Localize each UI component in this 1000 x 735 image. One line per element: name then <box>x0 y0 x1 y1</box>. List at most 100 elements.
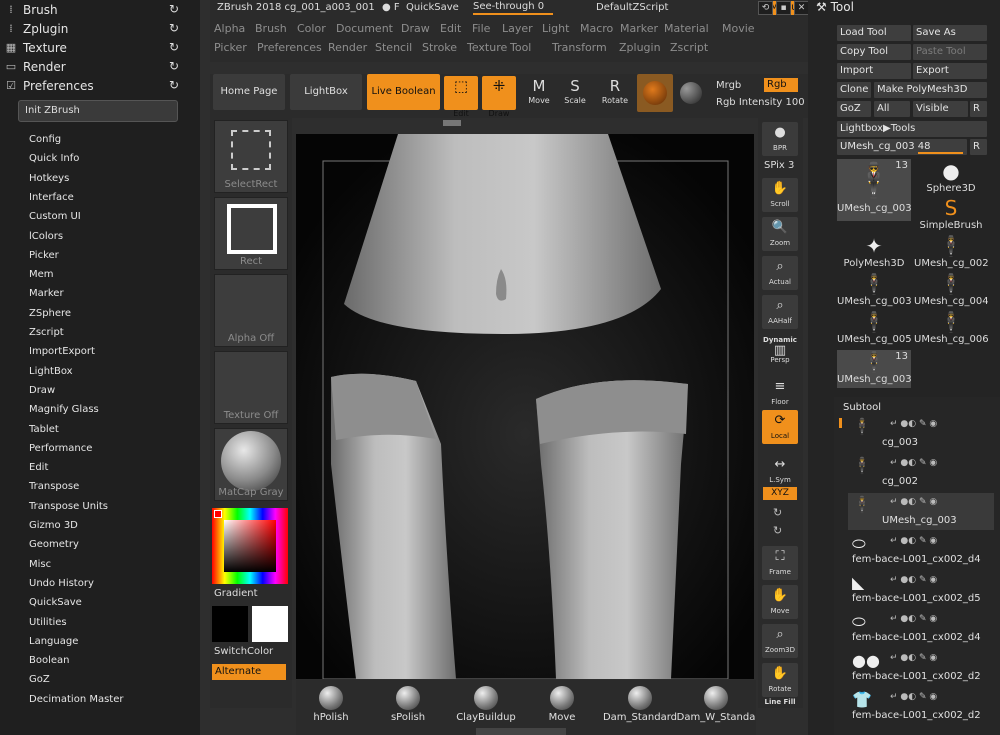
tool-thumb[interactable]: 🕴 UMesh_cg_004 <box>914 272 988 310</box>
brush-spolish[interactable]: sPolish <box>368 680 448 723</box>
aahalf-button[interactable]: ⌕ AAHalf <box>762 295 798 329</box>
load-tool-button[interactable]: Load Tool <box>837 25 911 41</box>
canvas-top-handle[interactable] <box>443 120 461 126</box>
export-button[interactable]: Export <box>913 63 987 79</box>
refresh-icon[interactable]: ↻ <box>169 40 183 54</box>
preferences-item[interactable]: Misc <box>29 557 51 573</box>
brush-hpolish[interactable]: hPolish <box>291 680 371 723</box>
import-button[interactable]: Import <box>837 63 911 79</box>
close-icon[interactable]: ✕ <box>794 1 809 15</box>
preferences-item[interactable]: Picker <box>29 248 59 264</box>
paste-tool-button[interactable]: Paste Tool <box>913 44 987 60</box>
menu-color[interactable]: Color <box>297 22 326 35</box>
subtool-controls-icon[interactable]: ↵ ●◐ ✎ ◉ <box>890 419 937 429</box>
visible-button[interactable]: Visible <box>913 101 968 117</box>
bottom-scroll-handle[interactable] <box>476 728 566 735</box>
palette-texture[interactable]: ▦ Texture ↻ <box>0 38 195 57</box>
preferences-item[interactable]: LightBox <box>29 364 73 380</box>
menu-marker[interactable]: Marker <box>620 22 658 35</box>
material-swatch[interactable] <box>637 74 673 112</box>
home-page-button[interactable]: Home Page <box>213 74 285 110</box>
live-boolean-button[interactable]: Live Boolean <box>367 74 440 110</box>
preferences-item[interactable]: Geometry <box>29 537 79 553</box>
palette-render[interactable]: ▭ Render ↻ <box>0 57 195 76</box>
rotate-mode-button[interactable]: R Rotate <box>598 76 632 110</box>
preferences-item[interactable]: Performance <box>29 441 92 457</box>
tool-thumb[interactable]: 🕴 UMesh_cg_003 13 <box>837 350 911 388</box>
menu-stencil[interactable]: Stencil <box>375 41 412 54</box>
palette-brush[interactable]: ⁞ Brush ↻ <box>0 0 195 19</box>
edit-mode-button[interactable]: ⬚ Edit <box>444 76 478 118</box>
copy-tool-button[interactable]: Copy Tool <box>837 44 911 60</box>
tool-thumb[interactable]: ✦ PolyMesh3D <box>837 234 911 272</box>
gradient-button[interactable]: Gradient <box>214 588 258 599</box>
subtool-row[interactable]: ⬭ ↵ ●◐ ✎ ◉ fem-bace-L001_cx002_d4 <box>848 532 994 569</box>
menu-material[interactable]: Material <box>664 22 709 35</box>
menu-light[interactable]: Light <box>542 22 569 35</box>
rgb-button[interactable]: Rgb <box>764 78 798 92</box>
tool-thumb[interactable]: S SimpleBrush <box>914 196 988 234</box>
brush-dam-w-standard[interactable]: Dam_W_Standa <box>676 680 756 723</box>
init-zbrush-button[interactable]: Init ZBrush <box>18 100 178 122</box>
subtool-row[interactable]: 👕 ↵ ●◐ ✎ ◉ fem-bace-L001_cx002_d2 <box>848 688 994 725</box>
menu-transform[interactable]: Transform <box>552 41 607 54</box>
tool-thumb[interactable]: 🕴 UMesh_cg_003 13 <box>837 159 911 221</box>
subtool-row[interactable]: ●● ↵ ●◐ ✎ ◉ fem-bace-L001_cx002_d2 <box>848 649 994 686</box>
menu-macro[interactable]: Macro <box>580 22 613 35</box>
zoom-button[interactable]: 🔍 Zoom <box>762 217 798 251</box>
subtool-row[interactable]: ◣ ↵ ●◐ ✎ ◉ fem-bace-L001_cx002_d5 <box>848 571 994 608</box>
rotate-axis-icon[interactable]: ↻ <box>773 506 782 519</box>
preferences-item[interactable]: Config <box>29 132 61 148</box>
alpha-thumb[interactable]: Alpha Off <box>214 274 288 347</box>
subtool-controls-icon[interactable]: ↵ ●◐ ✎ ◉ <box>890 614 937 624</box>
preferences-item[interactable]: Zscript <box>29 325 64 341</box>
subtool-row[interactable]: 🕴 ↵ ●◐ ✎ ◉ UMesh_cg_003 <box>848 493 994 530</box>
undo-icon[interactable]: ⟲ <box>758 1 773 15</box>
rotate-axis-z-icon[interactable]: ↻ <box>773 524 782 537</box>
preferences-item[interactable]: Edit <box>29 460 48 476</box>
tool-thumb[interactable]: 🕴 UMesh_cg_002 <box>914 234 988 272</box>
subtool-controls-icon[interactable]: ↵ ●◐ ✎ ◉ <box>890 575 937 585</box>
rgb-intensity-slider[interactable]: Rgb Intensity 100 <box>716 97 805 108</box>
tool-thumb[interactable]: 🕴 UMesh_cg_005 <box>837 310 911 348</box>
menu-document[interactable]: Document <box>336 22 393 35</box>
rect-stroke-thumb[interactable]: Rect <box>214 197 288 270</box>
subtool-scroll-marker[interactable] <box>839 418 842 428</box>
preferences-item[interactable]: Transpose Units <box>29 499 108 515</box>
menu-render[interactable]: Render <box>328 41 367 54</box>
menu-preferences[interactable]: Preferences <box>257 41 322 54</box>
color-square[interactable] <box>224 520 276 572</box>
scroll-button[interactable]: ✋ Scroll <box>762 178 798 212</box>
select-rect-thumb[interactable]: SelectRect <box>214 120 288 193</box>
menu-layer[interactable]: Layer <box>502 22 533 35</box>
refresh-icon[interactable]: ↻ <box>169 21 183 35</box>
preferences-item[interactable]: Quick Info <box>29 151 79 167</box>
floor-button[interactable]: ≡ Floor <box>762 376 798 410</box>
spix-slider[interactable]: SPix 3 <box>764 160 794 171</box>
preferences-item[interactable]: QuickSave <box>29 595 82 611</box>
subtool-controls-icon[interactable]: ↵ ●◐ ✎ ◉ <box>890 653 937 663</box>
hide-icon[interactable]: ▪ <box>776 1 791 15</box>
scale-mode-button[interactable]: S Scale <box>558 76 592 110</box>
menu-edit[interactable]: Edit <box>440 22 461 35</box>
preferences-item[interactable]: Hotkeys <box>29 171 69 187</box>
menu-zscript[interactable]: Zscript <box>670 41 708 54</box>
brush-move[interactable]: Move <box>522 680 602 723</box>
preferences-item[interactable]: Language <box>29 634 78 650</box>
menu-texture[interactable]: Texture <box>467 41 507 54</box>
draw-mode-button[interactable]: ⁜ Draw <box>482 76 516 118</box>
preferences-item[interactable]: ImportExport <box>29 344 95 360</box>
subtool-controls-icon[interactable]: ↵ ●◐ ✎ ◉ <box>890 692 937 702</box>
color-picker[interactable] <box>212 508 288 584</box>
lsym-button[interactable]: ↔ L.Sym <box>762 454 798 488</box>
menu-tool[interactable]: Tool <box>510 41 531 54</box>
menu-alpha[interactable]: Alpha <box>214 22 245 35</box>
brush-dam-standard[interactable]: Dam_Standard <box>600 680 680 723</box>
menu-draw[interactable]: Draw <box>401 22 430 35</box>
mrgb-button[interactable]: Mrgb <box>716 80 741 91</box>
refresh-icon[interactable]: ↻ <box>169 59 183 73</box>
subtool-controls-icon[interactable]: ↵ ●◐ ✎ ◉ <box>890 458 937 468</box>
preferences-item[interactable]: Magnify Glass <box>29 402 99 418</box>
move-mode-button[interactable]: M Move <box>522 76 556 110</box>
brush-claybuildup[interactable]: ClayBuildup <box>446 680 526 723</box>
